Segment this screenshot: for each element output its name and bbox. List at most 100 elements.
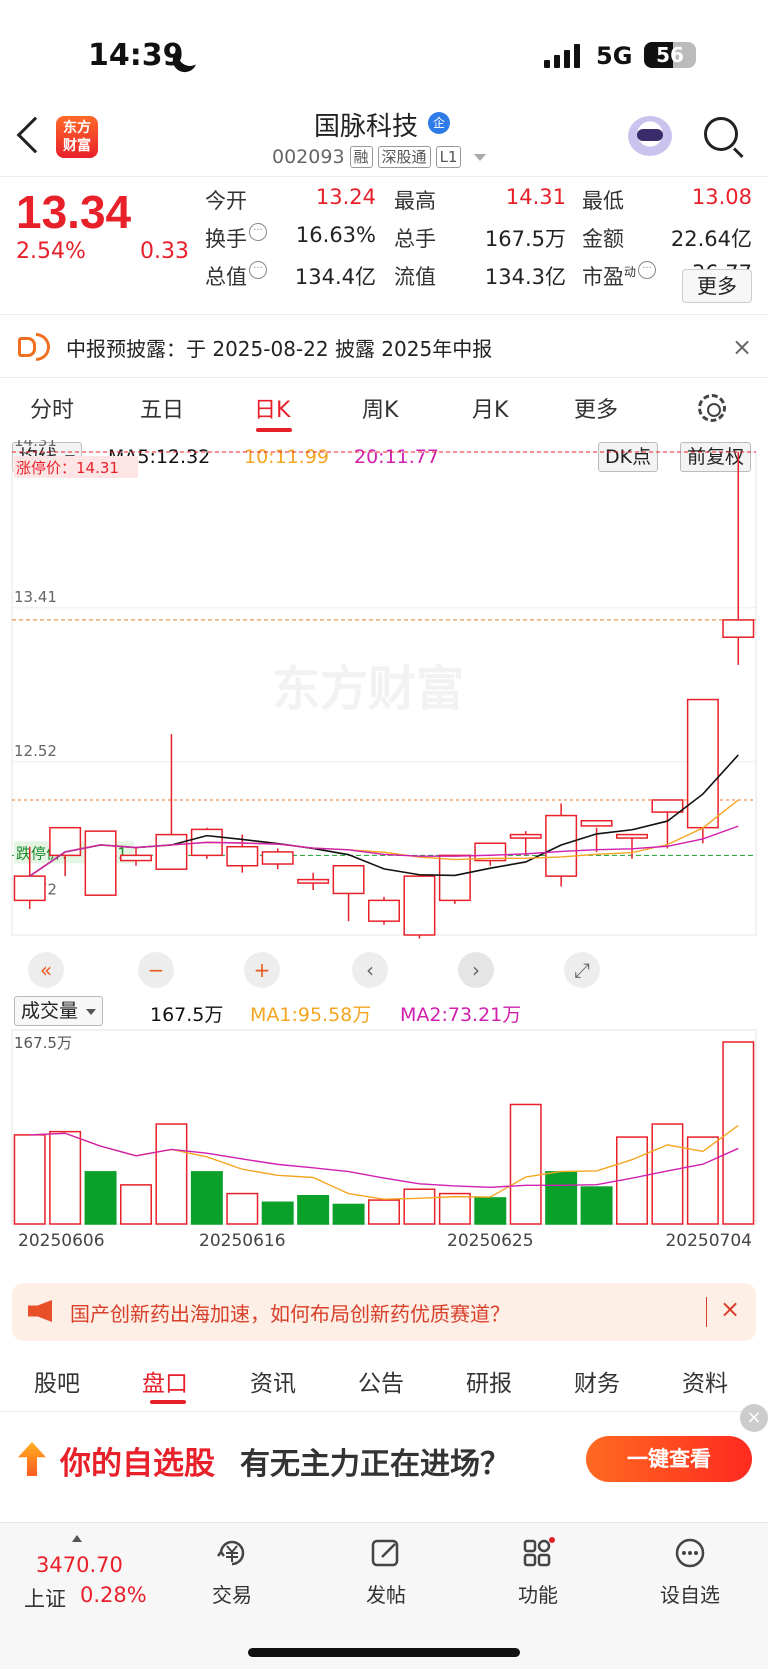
- index-name[interactable]: 上证: [24, 1583, 66, 1613]
- tab-finance[interactable]: 财务: [574, 1364, 620, 1398]
- volume-bar: [403, 1188, 436, 1225]
- notice-text: 中报预披露：于 2025-08-22 披露 2025年中报: [66, 337, 493, 361]
- tab-weekly-k[interactable]: 周K: [362, 392, 398, 424]
- quote-value: 13.24: [315, 185, 376, 209]
- assistant-avatar[interactable]: [628, 116, 672, 156]
- speaker-icon: [18, 337, 36, 357]
- tab-profile[interactable]: 资料: [682, 1364, 728, 1398]
- candle-body: [155, 833, 188, 870]
- more-dots-icon: [675, 1538, 705, 1568]
- bottom-nav: 3470.70 上证 0.28% 交易 发帖 功能 设自选: [0, 1522, 768, 1669]
- nav-post[interactable]: 发帖: [346, 1537, 426, 1608]
- tab-news[interactable]: 资讯: [250, 1364, 296, 1398]
- clock: 14:39: [88, 38, 184, 73]
- ad-banner[interactable]: 你的自选股 有无主力正在进场？ 一键查看 ×: [0, 1404, 768, 1522]
- candle-body: [580, 819, 613, 827]
- candle-body: [226, 845, 259, 867]
- news-text: 国产创新药出海加速，如何布局创新药优质赛道？: [70, 1302, 510, 1326]
- quote-label: 总手: [394, 223, 436, 253]
- last-price: 13.34: [16, 186, 132, 238]
- chart-overlay-button-label: ‹: [366, 958, 374, 982]
- notice-bar[interactable]: 中报预披露：于 2025-08-22 披露 2025年中报 ×: [0, 314, 768, 378]
- volume-bar: [651, 1123, 684, 1225]
- candle-body: [438, 854, 471, 902]
- tab-daily-k[interactable]: 日K: [254, 392, 290, 424]
- gear-icon[interactable]: [698, 394, 726, 422]
- x-tick-label: 20250704: [665, 1231, 752, 1251]
- close-icon[interactable]: ×: [720, 1295, 740, 1323]
- news-banner[interactable]: 国产创新药出海加速，如何布局创新药优质赛道？ ×: [12, 1283, 756, 1341]
- stock-code: 002093: [272, 146, 345, 168]
- tab-five-day[interactable]: 五日: [140, 392, 184, 424]
- quote-label-text: 总手: [394, 227, 436, 251]
- limit-up-label: 涨停价：14.31: [16, 459, 119, 477]
- volume-bar: [190, 1171, 223, 1225]
- chart-overlay-button-label: +: [254, 958, 271, 982]
- close-icon[interactable]: ×: [740, 1404, 768, 1432]
- x-tick-label: 20250625: [447, 1231, 534, 1251]
- candle-body: [616, 833, 648, 839]
- status-bar: 14:39 5G 56: [0, 0, 768, 110]
- chart-area[interactable]: 均线 MA5:12.32 10:11.99 20:11.77 DK点 前复权 东…: [0, 440, 768, 1280]
- view-now-button[interactable]: 一键查看: [586, 1436, 752, 1482]
- nav-trade[interactable]: 交易: [192, 1537, 272, 1608]
- y-tick-label: 14.31: [14, 440, 57, 450]
- volume-bar: [49, 1130, 82, 1225]
- watermark: 东方财富: [272, 661, 464, 717]
- quote-label-text: 今开: [205, 189, 247, 213]
- quote-label-text: 市盈: [582, 265, 624, 289]
- candle-body: [13, 875, 46, 902]
- stock-code-row[interactable]: 002093 融 深股通 L1: [272, 146, 487, 168]
- index-value[interactable]: 3470.70: [36, 1553, 123, 1577]
- volume-ma1: MA1:95.58万: [250, 1004, 372, 1026]
- quote-label-text: 总值: [205, 265, 247, 289]
- volume-bar: [261, 1201, 294, 1225]
- robot-eyes: [637, 129, 663, 141]
- quote-value: 16.63%: [295, 223, 376, 247]
- ad-headline: 你的自选股: [60, 1446, 215, 1482]
- volume-bar: [84, 1171, 117, 1225]
- change-percent: 2.54%: [16, 239, 86, 264]
- chart-overlay-button-label: −: [148, 958, 165, 982]
- candle-body: [722, 619, 755, 638]
- volume-bar: [332, 1203, 365, 1225]
- tab-announcements[interactable]: 公告: [358, 1364, 404, 1398]
- tab-research[interactable]: 研报: [466, 1364, 512, 1398]
- volume-bar: [438, 1192, 471, 1225]
- tab-monthly-k[interactable]: 月K: [472, 392, 508, 424]
- quote-label-text: 金额: [582, 227, 624, 251]
- speaker-wave-icon: [36, 333, 50, 361]
- arrow-up-icon: [18, 1442, 46, 1476]
- battery-icon: 56: [644, 42, 696, 68]
- megaphone-icon: [28, 1300, 52, 1322]
- volume-bar: [474, 1197, 507, 1225]
- x-tick-label: 20250616: [199, 1231, 286, 1251]
- enterprise-badge[interactable]: 企: [428, 112, 450, 134]
- active-tab-indicator: [150, 1400, 186, 1404]
- back-icon[interactable]: [16, 116, 54, 154]
- volume-select[interactable]: 成交量: [14, 996, 104, 1026]
- more-button[interactable]: 更多: [682, 269, 752, 303]
- tab-more[interactable]: 更多: [574, 392, 618, 424]
- tab-orderbook[interactable]: 盘口: [142, 1364, 188, 1398]
- chevron-down-icon[interactable]: [474, 153, 487, 161]
- volume-bar: [120, 1184, 152, 1225]
- index-change[interactable]: 0.28%: [80, 1583, 147, 1607]
- volume-bar: [226, 1192, 259, 1225]
- tab-forum[interactable]: 股吧: [34, 1364, 80, 1398]
- nav-add-watchlist-label: 设自选: [660, 1583, 720, 1607]
- signal-icon: [544, 44, 580, 68]
- nav-functions[interactable]: 功能: [498, 1537, 578, 1608]
- search-icon[interactable]: [704, 117, 738, 151]
- tab-intraday[interactable]: 分时: [30, 392, 74, 424]
- candlestick-chart[interactable]: 东方财富14.3113.4112.5211.72涨停价：14.31跌停价：71«…: [0, 440, 768, 1280]
- home-indicator: [248, 1648, 520, 1657]
- volume-bar: [297, 1194, 330, 1225]
- quote-value: 167.5万: [484, 227, 566, 251]
- y-tick-label: 12.52: [14, 742, 57, 760]
- battery-level: 56: [656, 43, 684, 67]
- volume-ma2: MA2:73.21万: [400, 1004, 522, 1026]
- quote-label: 最低: [582, 185, 624, 215]
- close-icon[interactable]: ×: [732, 333, 752, 361]
- nav-add-watchlist[interactable]: 设自选: [650, 1537, 730, 1608]
